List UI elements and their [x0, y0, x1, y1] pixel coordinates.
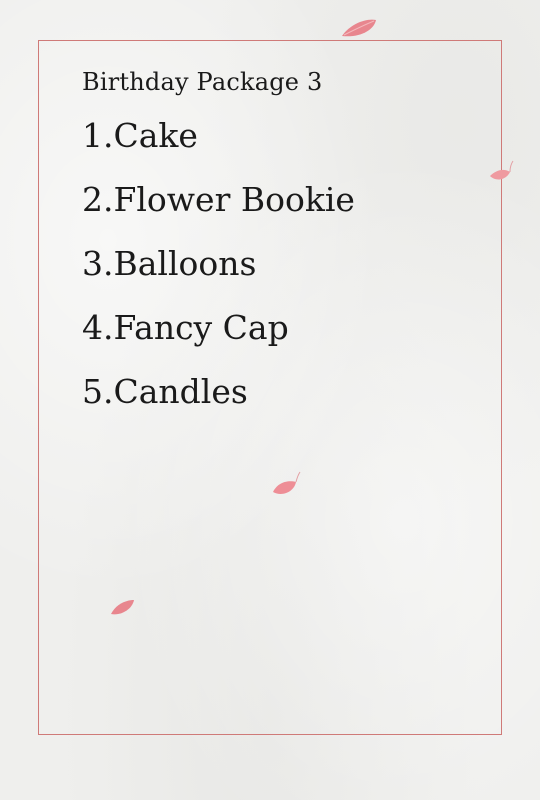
list-item: 4.Fancy Cap [82, 308, 289, 347]
list-item: 5.Candles [82, 372, 248, 411]
list-item: 2.Flower Bookie [82, 180, 355, 219]
package-item-list: 1.Cake 2.Flower Bookie 3.Balloons 4.Fanc… [82, 104, 482, 424]
petal-icon [342, 19, 376, 37]
list-item: 3.Balloons [82, 244, 257, 283]
package-title: Birthday Package 3 [82, 68, 323, 96]
package-card: Birthday Package 3 1.Cake 2.Flower Booki… [82, 64, 482, 424]
petal-icon [490, 160, 514, 180]
petal-icon [111, 600, 134, 615]
list-item: 1.Cake [82, 116, 198, 155]
petal-icon [273, 471, 301, 494]
